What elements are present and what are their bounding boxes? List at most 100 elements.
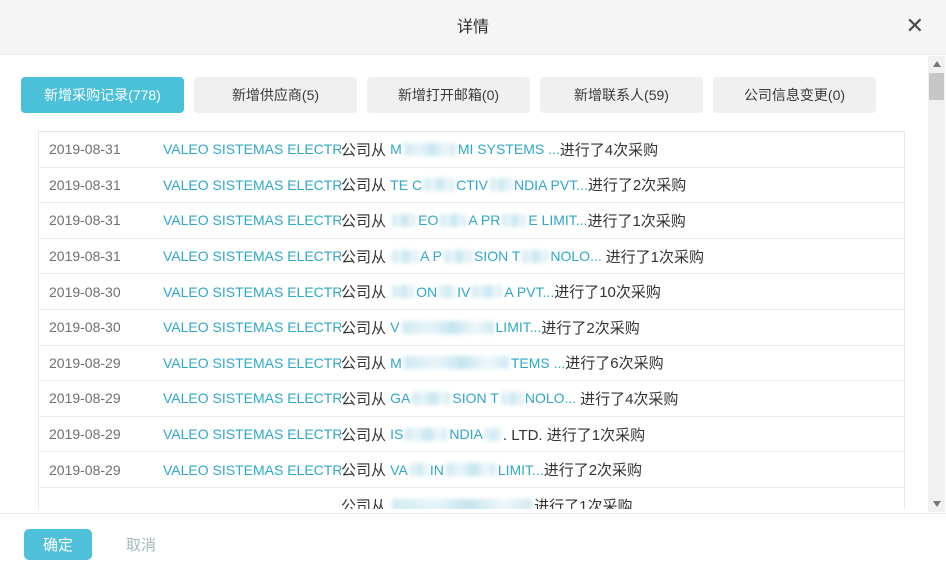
redacted-supplier-segment[interactable] xyxy=(424,178,454,191)
redacted-supplier-segment[interactable] xyxy=(472,285,502,298)
supplier-name-fragment[interactable]: M xyxy=(390,141,402,157)
redacted-supplier-segment[interactable] xyxy=(501,392,523,405)
purchase-count-text: . LTD. 进行了1次采购 xyxy=(503,424,645,445)
redacted-supplier-segment[interactable] xyxy=(402,321,494,334)
redacted-supplier-segment[interactable] xyxy=(440,214,466,227)
tab-1[interactable]: 新增供应商(5) xyxy=(194,77,357,113)
supplier-name-fragment[interactable]: SION T xyxy=(474,248,520,264)
record-date: 2019-08-30 xyxy=(39,319,163,335)
company-link[interactable]: VALEO SISTEMAS ELECTRICO... xyxy=(163,141,341,157)
tab-4[interactable]: 公司信息变更(0) xyxy=(713,77,876,113)
supplier-name-fragment[interactable]: EO xyxy=(418,212,438,228)
supplier-name-fragment[interactable]: M xyxy=(390,355,402,371)
supplier-name-fragment[interactable]: V xyxy=(390,319,399,335)
confirm-button[interactable]: 确定 xyxy=(24,529,92,560)
redacted-supplier-segment[interactable] xyxy=(502,214,526,227)
supplier-name-fragment[interactable]: LIMIT... xyxy=(496,319,542,335)
supplier-name-fragment[interactable]: GA xyxy=(390,390,410,406)
company-link[interactable]: VALEO SISTEMAS ELECTRICO... xyxy=(163,248,341,264)
scrollbar-thumb[interactable] xyxy=(929,73,944,100)
redacted-supplier-segment[interactable] xyxy=(522,250,548,263)
prefix-text: 公司从 xyxy=(341,352,390,373)
table-row: 2019-08-29VALEO SISTEMAS ELECTRICO...公司从… xyxy=(39,417,904,453)
record-date: 2019-08-31 xyxy=(39,141,163,157)
tab-0[interactable]: 新增采购记录(778) xyxy=(21,77,184,113)
record-date: 2019-08-29 xyxy=(39,426,163,442)
table-row: 2019-08-29VALEO SISTEMAS ELECTRICO...公司从… xyxy=(39,381,904,417)
triangle-down-icon xyxy=(933,501,941,507)
redacted-supplier-segment[interactable] xyxy=(444,250,472,263)
close-icon[interactable]: ✕ xyxy=(906,14,924,40)
redacted-supplier-segment[interactable] xyxy=(412,392,450,405)
scroll-up-button[interactable] xyxy=(928,56,945,72)
redacted-supplier-segment[interactable] xyxy=(490,178,512,191)
prefix-text: 公司从 xyxy=(341,246,390,267)
company-link[interactable]: VALEO SISTEMAS ELECTRICO... xyxy=(163,212,341,228)
supplier-name-fragment[interactable]: CTIV xyxy=(456,177,488,193)
purchase-count-text: 进行了4次采购 xyxy=(560,139,658,160)
supplier-name-fragment[interactable]: IN xyxy=(430,462,444,478)
supplier-name-fragment[interactable]: LIMIT... xyxy=(498,462,544,478)
redacted-supplier-segment[interactable] xyxy=(392,250,418,263)
supplier-name-fragment[interactable]: TE C xyxy=(390,177,422,193)
record-description: 公司从 ISNDIA. LTD. 进行了1次采购 xyxy=(341,424,645,445)
purchase-records-list: 2019-08-31VALEO SISTEMAS ELECTRICO...公司从… xyxy=(38,131,905,509)
cancel-button[interactable]: 取消 xyxy=(122,529,160,560)
redacted-supplier-segment[interactable] xyxy=(485,428,501,441)
supplier-name-fragment[interactable]: NOLO... xyxy=(525,390,580,406)
record-description: 公司从 GASION TNOLO... 进行了4次采购 xyxy=(341,388,678,409)
tab-bar: 新增采购记录(778) 新增供应商(5) 新增打开邮箱(0) 新增联系人(59) 公司信… xyxy=(21,77,876,113)
supplier-name-fragment[interactable]: A P xyxy=(420,248,442,264)
redacted-supplier-segment[interactable] xyxy=(410,463,428,476)
purchase-count-text: 进行了1次采购 xyxy=(606,246,704,267)
company-link[interactable]: VALEO SISTEMAS ELECTRICO... xyxy=(163,177,341,193)
supplier-name-fragment[interactable]: A PVT... xyxy=(504,284,554,300)
table-row: 2019-08-29VALEO SISTEMAS ELECTRICO...公司从… xyxy=(39,346,904,382)
record-description: 公司从 TE CCTIVNDIA PVT...进行了2次采购 xyxy=(341,174,686,195)
supplier-name-fragment[interactable]: TEMS ... xyxy=(511,355,565,371)
redacted-supplier-segment[interactable] xyxy=(404,356,509,369)
supplier-name-fragment[interactable]: IV xyxy=(457,284,470,300)
supplier-name-fragment[interactable]: NDIA xyxy=(449,426,482,442)
table-row: 公司从 进行了1次采购 xyxy=(39,488,904,509)
table-row: 2019-08-31VALEO SISTEMAS ELECTRICO...公司从… xyxy=(39,132,904,168)
redacted-supplier-segment[interactable] xyxy=(392,499,532,509)
prefix-text: 公司从 xyxy=(341,495,390,509)
redacted-supplier-segment[interactable] xyxy=(392,285,414,298)
company-link[interactable]: VALEO SISTEMAS ELECTRICO... xyxy=(163,390,341,406)
scrollbar[interactable] xyxy=(928,56,945,512)
supplier-name-fragment[interactable]: IS xyxy=(390,426,403,442)
record-date: 2019-08-29 xyxy=(39,390,163,406)
record-description: 公司从 ONIVA PVT...进行了10次采购 xyxy=(341,281,661,302)
supplier-name-fragment[interactable]: NDIA PVT... xyxy=(514,177,588,193)
company-link[interactable]: VALEO SISTEMAS ELECTRICO... xyxy=(163,426,341,442)
redacted-supplier-segment[interactable] xyxy=(392,214,416,227)
supplier-name-fragment[interactable]: E LIMIT... xyxy=(528,212,587,228)
company-link[interactable]: VALEO SISTEMAS ELECTRICO... xyxy=(163,355,341,371)
purchase-count-text: 进行了1次采购 xyxy=(534,495,632,509)
prefix-text: 公司从 xyxy=(341,139,390,160)
supplier-name-fragment[interactable]: A PR xyxy=(468,212,500,228)
redacted-supplier-segment[interactable] xyxy=(405,428,447,441)
supplier-name-fragment[interactable]: MI SYSTEMS ... xyxy=(458,141,560,157)
prefix-text: 公司从 xyxy=(341,174,390,195)
purchase-count-text: 进行了2次采购 xyxy=(541,317,639,338)
scroll-down-button[interactable] xyxy=(928,496,945,512)
redacted-supplier-segment[interactable] xyxy=(439,285,455,298)
supplier-name-fragment[interactable]: SION T xyxy=(452,390,498,406)
prefix-text: 公司从 xyxy=(341,281,390,302)
record-description: 公司从 M MI SYSTEMS ...进行了4次采购 xyxy=(341,139,658,160)
company-link[interactable]: VALEO SISTEMAS ELECTRICO... xyxy=(163,284,341,300)
record-date: 2019-08-31 xyxy=(39,248,163,264)
redacted-supplier-segment[interactable] xyxy=(446,463,496,476)
tab-3[interactable]: 新增联系人(59) xyxy=(540,77,703,113)
tab-2[interactable]: 新增打开邮箱(0) xyxy=(367,77,530,113)
company-link[interactable]: VALEO SISTEMAS ELECTRICO... xyxy=(163,462,341,478)
supplier-name-fragment[interactable]: ON xyxy=(416,284,437,300)
record-description: 公司从 VAINLIMIT...进行了2次采购 xyxy=(341,459,642,480)
prefix-text: 公司从 xyxy=(341,317,390,338)
company-link[interactable]: VALEO SISTEMAS ELECTRICO... xyxy=(163,319,341,335)
redacted-supplier-segment[interactable] xyxy=(404,143,456,156)
supplier-name-fragment[interactable]: NOLO... xyxy=(550,248,605,264)
supplier-name-fragment[interactable]: VA xyxy=(390,462,408,478)
